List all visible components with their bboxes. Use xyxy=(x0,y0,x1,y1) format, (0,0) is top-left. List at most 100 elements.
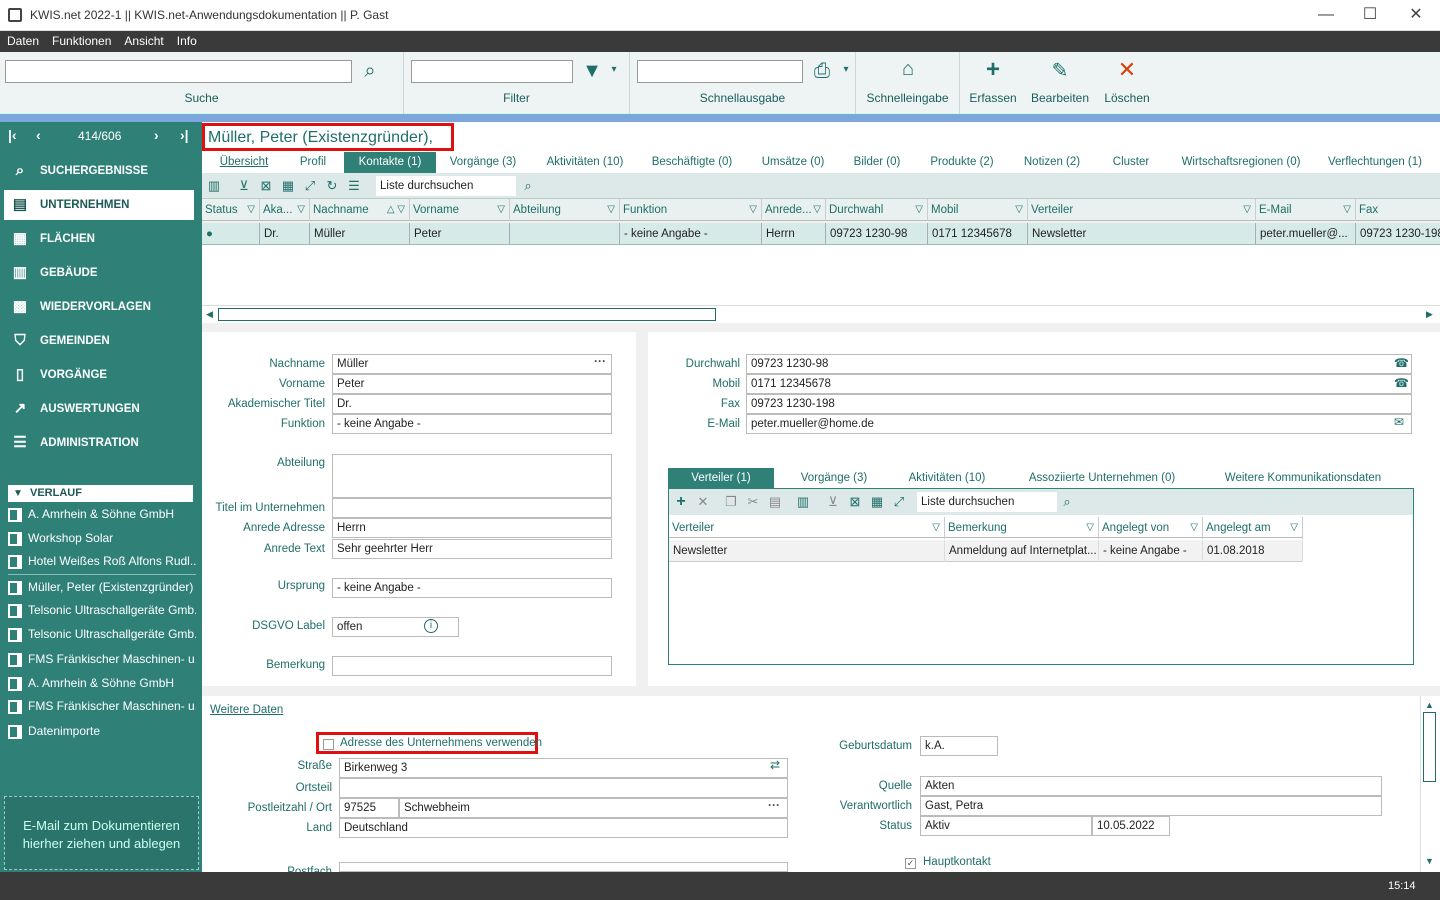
acad-title-field[interactable]: Dr. xyxy=(332,394,612,414)
col-function[interactable]: Funktion ▽ xyxy=(620,199,762,221)
tab-overview[interactable]: Übersicht xyxy=(210,152,278,173)
col-directdial[interactable]: Durchwahl ▽ xyxy=(826,199,928,221)
history-item[interactable]: Müller, Peter (Existenzgründer) xyxy=(8,576,196,599)
country-field[interactable]: Deutschland xyxy=(339,818,788,838)
search-icon[interactable]: ⌕ xyxy=(1059,494,1075,510)
history-item[interactable]: Datenimporte xyxy=(8,720,196,743)
subtab-associated[interactable]: Assoziierte Unternehmen (0) xyxy=(1028,468,1176,489)
expand-icon[interactable]: ⤢ xyxy=(302,178,318,194)
scroll-thumb[interactable] xyxy=(1423,712,1436,782)
filter-icon[interactable]: ▽ xyxy=(247,199,255,221)
tab-relations[interactable]: Verflechtungen (1) xyxy=(1326,152,1424,173)
email-field[interactable]: peter.mueller@home.de xyxy=(746,414,1412,434)
filter-icon[interactable]: ▽ xyxy=(1343,199,1351,221)
prev-record-icon[interactable]: ‹ xyxy=(36,127,41,143)
remark-field[interactable] xyxy=(332,656,612,676)
filter-dropdown-icon[interactable]: ▾ xyxy=(608,64,620,75)
nav-buildings[interactable]: ▥ GEBÄUDE xyxy=(0,258,202,288)
paste-icon[interactable]: ▤ xyxy=(767,494,783,510)
table-row[interactable]: Newsletter Anmeldung auf Internetplat...… xyxy=(669,540,1303,562)
history-header[interactable]: ▼ VERLAUF xyxy=(8,485,193,502)
col-fax[interactable]: Fax xyxy=(1356,199,1440,221)
fax-field[interactable]: 09723 1230-198 xyxy=(746,394,1412,414)
filter-icon[interactable]: ▽ xyxy=(749,199,757,221)
menu-daten[interactable]: Daten xyxy=(0,31,45,48)
scroll-down-icon[interactable]: ▼ xyxy=(1425,856,1434,866)
quick-output-input[interactable] xyxy=(637,60,803,83)
firstname-field[interactable]: Peter xyxy=(332,374,612,394)
filter-input[interactable] xyxy=(411,60,573,83)
scroll-left-icon[interactable]: ◀ xyxy=(206,309,213,320)
col-distribution[interactable]: Verteiler ▽ xyxy=(669,517,945,539)
filter-icon[interactable]: ▽ xyxy=(1243,199,1251,221)
history-item[interactable]: Telsonic Ultraschallgeräte Gmb... xyxy=(8,599,196,622)
col-status[interactable]: Status ▽ xyxy=(202,199,260,221)
filter-icon[interactable]: ▽ xyxy=(932,517,940,539)
phone-icon[interactable]: ☎ xyxy=(1394,356,1409,370)
tab-contacts[interactable]: Kontakte (1) xyxy=(344,152,436,173)
excel-icon[interactable]: ⊠ xyxy=(258,178,274,194)
tab-products[interactable]: Produkte (2) xyxy=(926,152,998,173)
gdpr-field[interactable]: offen xyxy=(332,617,459,637)
columns-icon[interactable]: ▥ xyxy=(206,178,222,194)
filter-icon[interactable]: ▽ xyxy=(1015,199,1023,221)
nav-search-results[interactable]: ⌕ SUCHERGEBNISSE xyxy=(0,156,202,186)
subtab-distribution[interactable]: Verteiler (1) xyxy=(668,468,774,488)
zip-field[interactable]: 97525 xyxy=(339,798,399,818)
more-icon[interactable]: ··· xyxy=(768,798,780,812)
city-field[interactable]: Schwebheim xyxy=(399,798,788,818)
nav-areas[interactable]: ▦ FLÄCHEN xyxy=(0,224,202,254)
menu-ansicht[interactable]: Ansicht xyxy=(117,31,169,48)
menu-icon[interactable]: ☰ xyxy=(346,178,362,194)
origin-field[interactable]: - keine Angabe - xyxy=(332,578,612,598)
subtab-processes[interactable]: Vorgänge (3) xyxy=(792,468,876,489)
col-mobile[interactable]: Mobil ▽ xyxy=(928,199,1028,221)
street-field[interactable]: Birkenweg 3 xyxy=(339,758,788,778)
company-title-field[interactable] xyxy=(332,498,612,518)
search-icon[interactable]: ⌕ xyxy=(520,178,536,194)
filter-icon[interactable]: ▽ xyxy=(297,199,305,221)
history-item[interactable]: Workshop Solar xyxy=(8,527,196,550)
nav-resubmissions[interactable]: ▩ WIEDERVORLAGEN xyxy=(0,292,202,322)
history-item[interactable]: FMS Fränkischer Maschinen- u... xyxy=(8,695,196,718)
more-icon[interactable]: ··· xyxy=(594,354,606,368)
nav-municipalities[interactable]: ⛉ GEMEINDEN xyxy=(0,326,202,356)
list-search-input[interactable]: Liste durchsuchen xyxy=(376,176,516,196)
salutation-address-field[interactable]: Herrn xyxy=(332,518,612,538)
table-icon[interactable]: ▦ xyxy=(869,494,885,510)
subtab-activities[interactable]: Aktivitäten (10) xyxy=(904,468,990,489)
print-dropdown-icon[interactable]: ▾ xyxy=(840,64,852,75)
tab-employees[interactable]: Beschäftigte (0) xyxy=(650,152,734,173)
filter-icon[interactable]: ▽ xyxy=(607,199,615,221)
col-department[interactable]: Abteilung ▽ xyxy=(510,199,620,221)
responsible-field[interactable]: Gast, Petra xyxy=(920,796,1382,816)
printer-icon[interactable]: ⎙ xyxy=(810,60,834,83)
table-icon[interactable]: ▦ xyxy=(280,178,296,194)
main-contact-checkbox[interactable]: ✓ xyxy=(905,858,916,869)
cut-icon[interactable]: ✂ xyxy=(745,494,761,510)
filter-icon[interactable]: ▽ xyxy=(1086,517,1094,539)
mobile-field[interactable]: 0171 12345678 xyxy=(746,374,1412,394)
status-field[interactable]: Aktiv xyxy=(920,816,1092,836)
nav-reports[interactable]: ↗ AUSWERTUNGEN xyxy=(0,394,202,424)
table-row[interactable]: ● Dr. Müller Peter - keine Angabe - Herr… xyxy=(202,223,1440,245)
horizontal-scrollbar[interactable]: ◀ ▶ xyxy=(202,305,1440,323)
lastname-field[interactable]: Müller xyxy=(332,354,612,374)
use-company-address-checkbox[interactable] xyxy=(323,739,334,750)
refresh-icon[interactable]: ↻ xyxy=(324,178,340,194)
close-button[interactable]: ✕ xyxy=(1406,5,1426,25)
col-email[interactable]: E-Mail ▽ xyxy=(1256,199,1356,221)
copy-icon[interactable]: ❐ xyxy=(723,494,739,510)
filter-icon[interactable]: ▽ xyxy=(497,199,505,221)
nav-processes[interactable]: ▯ VORGÄNGE xyxy=(0,360,202,390)
birthdate-field[interactable]: k.A. xyxy=(920,736,998,756)
email-dropzone[interactable]: E-Mail zum Dokumentieren hierher ziehen … xyxy=(4,796,199,870)
edit-button[interactable]: ✎ Bearbeiten xyxy=(1026,52,1094,114)
col-firstname[interactable]: Vorname ▽ xyxy=(410,199,510,221)
clear-filter-icon[interactable]: ⊻ xyxy=(236,178,252,194)
subtab-more-comm[interactable]: Weitere Kommunikationsdaten (0) xyxy=(1218,468,1388,505)
expand-icon[interactable]: ⤢ xyxy=(891,494,907,510)
col-title[interactable]: Aka... ▽ xyxy=(260,199,310,221)
tab-notes[interactable]: Notizen (2) xyxy=(1020,152,1084,173)
maximize-button[interactable]: ☐ xyxy=(1360,5,1380,25)
